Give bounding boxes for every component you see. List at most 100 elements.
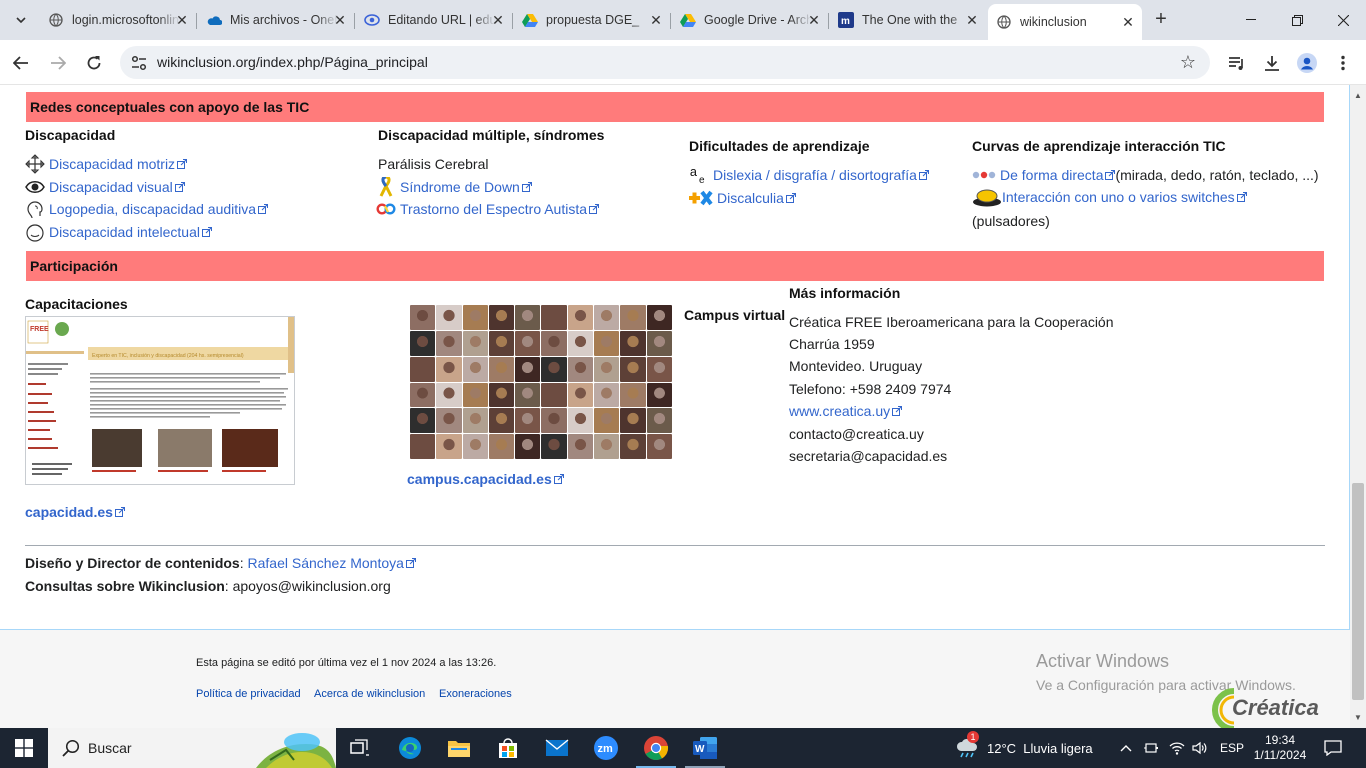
profile-button[interactable] <box>1294 50 1320 76</box>
weather-text: 12°C Lluvia ligera <box>987 740 1093 756</box>
close-tab-icon[interactable]: ✕ <box>964 12 980 28</box>
tab-the-one[interactable]: m The One with the ✕ <box>830 6 986 34</box>
link-icon <box>364 12 380 28</box>
capacitaciones-thumbnail[interactable]: FREE Experto en TIC, inclusión y discapa… <box>25 316 295 485</box>
link-discalculia[interactable]: Discalculia <box>689 188 796 208</box>
scroll-down-icon[interactable]: ▼ <box>1353 713 1363 723</box>
restore-button[interactable] <box>1274 0 1320 40</box>
tab-wikinclusion[interactable]: wikinclusion ✕ <box>988 4 1142 40</box>
external-link-icon <box>114 507 125 517</box>
link-sindrome-down[interactable]: Síndrome de Down <box>376 177 532 197</box>
menu-button[interactable] <box>1330 50 1356 76</box>
link-logopedia[interactable]: Logopedia, discapacidad auditiva <box>25 199 269 219</box>
link-discapacidad-visual[interactable]: Discapacidad visual <box>25 177 185 197</box>
link-dislexia[interactable]: ae Dislexia / disgrafía / disortografía <box>689 165 929 185</box>
minimize-button[interactable] <box>1228 0 1274 40</box>
link-autismo[interactable]: Trastorno del Espectro Autista <box>376 199 600 219</box>
tab-strip: login.microsoftonline.com ✕ Mis archivos… <box>0 0 1366 40</box>
footer-link-exoneraciones[interactable]: Exoneraciones <box>439 688 512 700</box>
reload-button[interactable] <box>81 50 107 76</box>
mosaic-photo <box>436 382 462 408</box>
activate-windows-title: Activar Windows <box>1036 651 1170 671</box>
back-button[interactable] <box>8 50 34 76</box>
link-creatica-web[interactable]: www.creatica.uy <box>789 403 903 419</box>
speaker-icon <box>1192 741 1207 755</box>
search-icon <box>62 739 80 757</box>
new-tab-button[interactable]: + <box>1150 9 1172 31</box>
tab-title: wikinclusion <box>1020 15 1087 29</box>
tray-clock[interactable]: 19:34 1/11/2024 <box>1250 728 1310 768</box>
close-tab-icon[interactable]: ✕ <box>1120 14 1136 30</box>
link-discapacidad-intelectual[interactable]: Discapacidad intelectual <box>25 222 212 242</box>
mosaic-photo <box>436 434 462 459</box>
mosaic-photo <box>620 408 646 434</box>
face-icon <box>25 222 45 242</box>
close-tab-icon[interactable]: ✕ <box>332 12 348 28</box>
tray-language[interactable]: ESP <box>1220 728 1244 768</box>
campus-photo-mosaic[interactable] <box>410 305 672 459</box>
taskbar-zoom[interactable]: zm <box>590 732 622 764</box>
link-discapacidad-motriz[interactable]: Discapacidad motriz <box>25 154 188 174</box>
tray-overflow-button[interactable] <box>1120 728 1132 768</box>
scroll-thumb[interactable] <box>1352 483 1364 700</box>
notification-center-button[interactable] <box>1324 728 1342 768</box>
external-link-icon <box>1236 192 1247 202</box>
taskbar-word[interactable]: W <box>689 732 721 764</box>
tray-wifi[interactable] <box>1169 728 1185 768</box>
close-window-button[interactable] <box>1320 0 1366 40</box>
media-controls-button[interactable] <box>1224 50 1250 76</box>
switch-button-icon <box>972 187 1002 207</box>
mosaic-photo <box>462 330 488 356</box>
creatica-logo: Créatica <box>1212 687 1330 728</box>
tab-propuesta[interactable]: propuesta DGE_ ✕ <box>514 6 671 34</box>
ribbon-icon <box>376 177 396 197</box>
kebab-menu-icon <box>1341 55 1345 71</box>
word-icon: W <box>693 737 717 759</box>
mosaic-photo <box>567 330 594 356</box>
footer-link-privacidad[interactable]: Política de privacidad <box>196 688 301 700</box>
taskbar-store[interactable] <box>492 732 524 764</box>
scroll-up-icon[interactable]: ▲ <box>1353 91 1363 101</box>
taskbar-file-explorer[interactable] <box>443 732 475 764</box>
chevron-up-icon <box>1120 745 1132 752</box>
taskbar-mail[interactable] <box>541 732 573 764</box>
close-tab-icon[interactable]: ✕ <box>490 12 506 28</box>
link-forma-directa[interactable]: De forma directa (mirada, dedo, ratón, t… <box>972 165 1319 185</box>
svg-text:zm: zm <box>598 743 614 755</box>
tab-editando-url[interactable]: Editando URL | edu ✕ <box>356 6 513 34</box>
forward-button[interactable] <box>45 50 71 76</box>
tray-volume[interactable] <box>1192 728 1208 768</box>
tab-login[interactable]: login.microsoftonline.com ✕ <box>40 6 197 34</box>
svg-text:e: e <box>699 175 705 185</box>
url-text[interactable]: wikinclusion.org/index.php/Página_princi… <box>157 54 428 70</box>
link-campus[interactable]: campus.capacidad.es <box>407 471 564 487</box>
taskbar-edge[interactable] <box>394 732 426 764</box>
address-bar[interactable]: wikinclusion.org/index.php/Página_princi… <box>120 46 1210 79</box>
external-link-icon <box>918 170 929 180</box>
site-settings-icon[interactable] <box>130 54 148 72</box>
close-tab-icon[interactable]: ✕ <box>806 12 822 28</box>
bookmark-star-icon[interactable]: ☆ <box>1180 52 1196 73</box>
footer-link-acerca[interactable]: Acerca de wikinclusion <box>314 688 425 700</box>
link-rafael[interactable]: Rafael Sánchez Montoya <box>248 555 404 571</box>
taskbar-chrome[interactable] <box>640 732 672 764</box>
mosaic-photo <box>436 356 462 382</box>
tab-onedrive[interactable]: Mis archivos - OneDrive ✕ <box>198 6 355 34</box>
mosaic-photo <box>541 434 567 459</box>
link-capacidad-es[interactable]: capacidad.es <box>25 504 125 520</box>
start-button[interactable] <box>0 728 48 768</box>
taskbar-search-box[interactable]: Buscar <box>48 728 336 768</box>
weather-widget[interactable]: 1 12°C Lluvia ligera <box>955 728 1093 768</box>
downloads-button[interactable] <box>1259 50 1285 76</box>
tab-google-drive[interactable]: Google Drive - Archivos ✕ <box>672 6 829 34</box>
close-tab-icon[interactable]: ✕ <box>174 12 190 28</box>
eye-icon <box>25 177 45 197</box>
link-switches[interactable]: Interacción con uno o varios switches <box>972 187 1247 207</box>
close-tab-icon[interactable]: ✕ <box>648 12 664 28</box>
task-view-button[interactable] <box>344 732 376 764</box>
divider <box>25 545 1325 546</box>
tray-network-status[interactable] <box>1144 728 1160 768</box>
page-scrollbar[interactable]: ▲ ▼ <box>1350 85 1366 728</box>
tab-search-button[interactable] <box>8 8 34 32</box>
tab-title: login.microsoftonline.com <box>72 13 180 27</box>
